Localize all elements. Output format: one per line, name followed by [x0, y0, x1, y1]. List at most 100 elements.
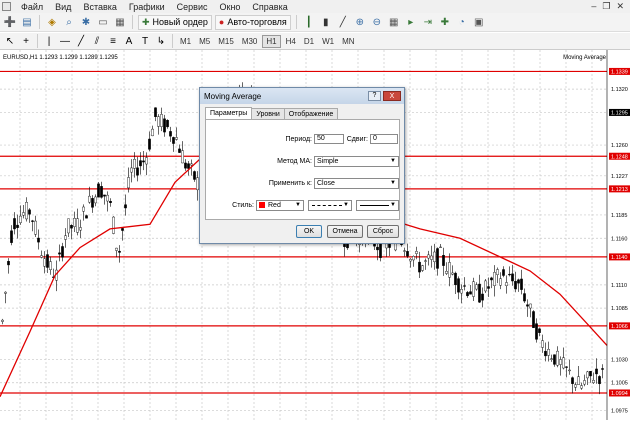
candle-body — [178, 148, 181, 153]
indicator-name-label: Moving Average — [563, 55, 606, 61]
price-axis-label: 1.1030 — [611, 357, 628, 363]
candle-body — [598, 376, 601, 385]
restore-icon[interactable]: ❐ — [602, 1, 610, 12]
candle-body — [424, 260, 427, 262]
candlestick-icon[interactable]: ▮ — [319, 15, 333, 29]
candle-body — [1, 319, 4, 322]
menu-charts[interactable]: Графики — [123, 2, 171, 12]
ok-button[interactable]: OK — [296, 225, 322, 238]
timeframe-m1[interactable]: M1 — [177, 36, 194, 47]
autotrading-button[interactable]: ● Авто-торговля — [214, 14, 291, 30]
timeframe-m5[interactable]: M5 — [196, 36, 213, 47]
chart-window-icon[interactable] — [2, 2, 11, 11]
timeframe-mn[interactable]: MN — [339, 36, 357, 47]
market-watch-icon[interactable]: ◈ — [45, 15, 59, 29]
tester-icon[interactable]: ▦ — [113, 15, 127, 29]
zoom-in-icon[interactable]: ⊕ — [353, 15, 367, 29]
menu-tools[interactable]: Сервис — [171, 2, 214, 12]
zoom-out-icon[interactable]: ⊖ — [370, 15, 384, 29]
crosshair-icon[interactable]: + — [19, 34, 33, 48]
text-icon[interactable]: A — [122, 34, 136, 48]
cancel-button[interactable]: Отмена — [327, 225, 363, 238]
apply-to-select[interactable]: Close ▼ — [314, 178, 399, 189]
candle-body — [70, 225, 73, 229]
timeframe-w1[interactable]: W1 — [319, 36, 337, 47]
terminal-icon[interactable]: ▭ — [96, 15, 110, 29]
candle-body — [481, 293, 484, 301]
profiles-icon[interactable]: ▤ — [20, 15, 34, 29]
price-axis-label: 1.1140 — [611, 255, 627, 261]
new-order-button[interactable]: ✚ Новый ордер — [138, 14, 212, 30]
candle-body — [136, 167, 139, 176]
menu-insert[interactable]: Вставка — [77, 2, 122, 12]
timeframe-d1[interactable]: D1 — [301, 36, 317, 47]
indicators-icon[interactable]: ✚ — [438, 15, 452, 29]
dialog-close-button[interactable]: X — [383, 91, 401, 101]
candle-body — [79, 227, 82, 231]
price-axis-label: 1.1066 — [611, 324, 628, 330]
price-axis-label: 1.1085 — [611, 306, 628, 312]
color-select[interactable]: Red ▼ — [256, 200, 304, 211]
candle-body — [568, 369, 571, 372]
shift-input[interactable]: 0 — [370, 134, 398, 144]
arrows-icon[interactable]: ↳ — [154, 34, 168, 48]
menu-window[interactable]: Окно — [214, 2, 247, 12]
candle-body — [544, 350, 547, 357]
period-input[interactable]: 50 — [314, 134, 344, 144]
candle-body — [526, 304, 529, 307]
candle-body — [490, 277, 493, 281]
candle-body — [94, 196, 97, 204]
line-chart-icon[interactable]: ╱ — [336, 15, 350, 29]
candle-body — [427, 254, 430, 259]
minimize-icon[interactable]: – — [591, 1, 596, 12]
label-icon[interactable]: T — [138, 34, 152, 48]
candle-body — [577, 376, 580, 385]
reset-button[interactable]: Сброс — [367, 225, 399, 238]
timeframe-m15[interactable]: M15 — [215, 36, 237, 47]
new-chart-icon[interactable]: ➕ — [3, 15, 17, 29]
channel-icon[interactable]: ⫽ — [90, 34, 104, 48]
candle-body — [130, 167, 133, 173]
menu-bar: Файл Вид Вставка Графики Сервис Окно Спр… — [0, 0, 630, 13]
apply-to-label: Применить к: — [268, 180, 312, 187]
help-button[interactable]: ? — [368, 91, 381, 101]
line-width-select[interactable]: ▼ — [356, 200, 399, 211]
candle-body — [166, 120, 169, 128]
periods-icon[interactable]: ◔ — [455, 15, 469, 29]
menu-view[interactable]: Вид — [49, 2, 77, 12]
navigator-icon[interactable]: ✱ — [79, 15, 93, 29]
tile-windows-icon[interactable]: ▦ — [387, 15, 401, 29]
timeframe-m30[interactable]: M30 — [239, 36, 261, 47]
price-axis-label: 1.1213 — [611, 187, 628, 193]
autoscroll-icon[interactable]: ▸ — [404, 15, 418, 29]
fibonacci-icon[interactable]: ≡ — [106, 34, 120, 48]
candle-body — [583, 380, 586, 385]
close-icon[interactable]: ✕ — [616, 1, 624, 12]
color-value: Red — [268, 202, 281, 209]
candle-body — [193, 171, 196, 180]
ma-method-select[interactable]: Simple ▼ — [314, 156, 399, 167]
timeframe-h4[interactable]: H4 — [283, 36, 299, 47]
dialog-title-bar[interactable]: Moving Average ? X — [200, 88, 404, 104]
templates-icon[interactable]: ▣ — [472, 15, 486, 29]
candle-body — [535, 323, 538, 340]
data-window-icon[interactable]: ⌕ — [62, 15, 76, 29]
horizontal-line-icon[interactable]: — — [58, 34, 72, 48]
candle-body — [448, 262, 451, 278]
menu-file[interactable]: Файл — [15, 2, 49, 12]
chart-shift-icon[interactable]: ⇥ — [421, 15, 435, 29]
bar-chart-icon[interactable]: ┃ — [302, 15, 316, 29]
menu-help[interactable]: Справка — [246, 2, 293, 12]
candle-body — [595, 368, 598, 375]
candle-body — [418, 261, 421, 273]
candle-body — [58, 252, 61, 255]
candle-body — [184, 162, 187, 169]
timeframe-h1[interactable]: H1 — [262, 34, 281, 48]
line-style-select[interactable]: ▼ — [308, 200, 352, 211]
candle-body — [547, 349, 550, 356]
trendline-icon[interactable]: ╱ — [74, 34, 88, 48]
candle-body — [172, 137, 175, 144]
vertical-line-icon[interactable]: | — [42, 34, 56, 48]
cursor-icon[interactable]: ↖ — [3, 34, 17, 48]
candle-body — [13, 218, 16, 230]
